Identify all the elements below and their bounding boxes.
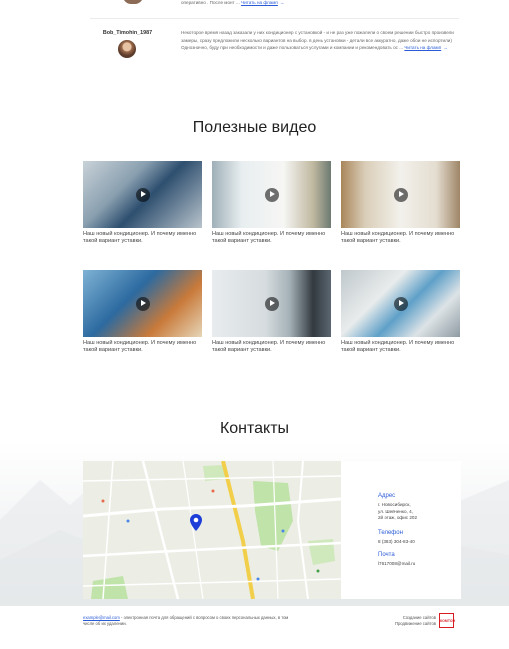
video-thumbnail[interactable] [212,161,331,228]
map-canvas[interactable] [83,461,341,599]
video-card[interactable]: Наш новый кондиционер. И почему именно т… [212,270,331,354]
play-icon[interactable] [264,187,279,202]
avatar [118,40,136,58]
arrow-right-icon: → [443,45,448,51]
play-icon[interactable] [264,296,279,311]
video-thumbnail[interactable] [341,270,460,337]
map-pin-icon[interactable] [190,514,202,531]
video-thumbnail[interactable] [341,161,460,228]
video-card[interactable]: Наш новый кондиционер. И почему именно т… [341,270,460,354]
video-caption[interactable]: Наш новый кондиционер. И почему именно т… [83,231,202,245]
review-author: Bob_Timohin_1987 [102,30,153,36]
mail-value[interactable]: l7617008@mail.ru [378,561,415,568]
video-card[interactable]: Наш новый кондиционер. И почему именно т… [212,161,331,245]
video-thumbnail[interactable] [83,161,202,228]
video-caption[interactable]: Наш новый кондиционер. И почему именно т… [212,340,331,354]
video-thumbnail[interactable] [83,270,202,337]
phone-label: Телефон [378,530,403,536]
play-icon[interactable] [135,296,150,311]
contacts-title: Контакты [219,420,290,437]
contact-card: Адрес г. Новосибирск, ул. Шевченко, 4, 2… [341,461,461,599]
video-card[interactable]: Наш новый кондиционер. И почему именно т… [83,270,202,354]
review-partial [123,0,143,4]
footer-credits[interactable]: Создание сайтов Продвижение сайтов [380,615,436,626]
review-divider [90,18,459,19]
read-more-link[interactable]: Читать на фламп [241,0,278,5]
map[interactable] [83,461,341,599]
play-icon[interactable] [393,296,408,311]
arrow-right-icon: → [279,0,285,5]
video-card[interactable]: Наш новый кондиционер. И почему именно т… [341,161,460,245]
review-text-partial: оперативно . После монт ... Читать на фл… [181,0,285,5]
phone-value[interactable]: 8 (383) 304-83-40 [378,539,415,546]
video-caption[interactable]: Наш новый кондиционер. И почему именно т… [83,340,202,354]
video-card[interactable]: Наш новый кондиционер. И почему именно т… [83,161,202,245]
address-line: 2й этаж, офис 202 [378,515,418,520]
developer-logo[interactable]: КОМТОН [439,613,455,628]
read-more-link[interactable]: Читать на фламп [404,45,441,50]
play-icon[interactable] [135,187,150,202]
video-caption[interactable]: Наш новый кондиционер. И почему именно т… [341,231,460,245]
footer-email-link[interactable]: example@mail.com [83,615,120,620]
mail-label: Почта [378,552,395,558]
video-thumbnail[interactable] [212,270,331,337]
review-text: Некоторое время назад заказали у них кон… [181,30,454,51]
address-label: Адрес [378,493,396,499]
play-icon[interactable] [393,187,408,202]
footer-notice: example@mail.com - электронная почта для… [83,615,289,626]
video-caption[interactable]: Наш новый кондиционер. И почему именно т… [341,340,460,354]
video-caption[interactable]: Наш новый кондиционер. И почему именно т… [212,231,331,245]
videos-title: Полезные видео [192,119,317,136]
